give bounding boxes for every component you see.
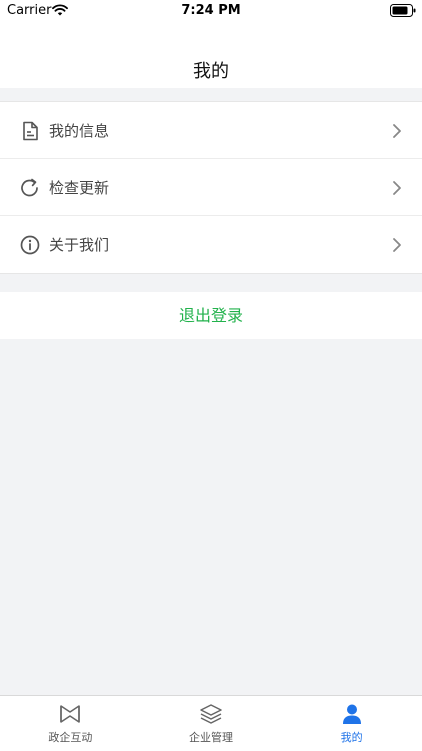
menu-item-label: 检查更新: [49, 179, 110, 197]
tab-label: 企业管理: [189, 731, 233, 744]
menu-item-check-update[interactable]: 检查更新: [0, 159, 422, 216]
chevron-right-icon: [393, 124, 401, 138]
tab-label: 我的: [340, 731, 363, 744]
clock: 7:24 PM: [181, 3, 241, 18]
layers-icon: [200, 704, 222, 724]
page-title: 我的: [193, 61, 229, 82]
navigation-bar: 我的: [0, 22, 422, 88]
status-bar: Carrier 7:24 PM: [0, 0, 422, 22]
tab-enterprise-management[interactable]: 企业管理: [141, 696, 282, 751]
chevron-right-icon: [393, 181, 401, 195]
menu-item-label: 我的信息: [49, 122, 110, 140]
refresh-icon: [21, 178, 38, 197]
battery-icon: [390, 4, 416, 17]
tab-label: 政企互动: [48, 731, 93, 744]
user-icon: [342, 704, 361, 724]
tab-bar: 政企互动 企业管理 我的: [0, 695, 422, 751]
tab-mine[interactable]: 我的: [281, 696, 422, 751]
document-icon: [23, 121, 38, 141]
settings-menu: 我的信息 检查更新 关于我们: [0, 101, 422, 274]
menu-item-label: 关于我们: [49, 236, 110, 254]
chevron-right-icon: [393, 238, 401, 252]
menu-item-about-us[interactable]: 关于我们: [0, 216, 422, 273]
info-icon: [20, 235, 40, 255]
bowtie-icon: [60, 705, 81, 723]
menu-item-my-info[interactable]: 我的信息: [0, 102, 422, 159]
tab-government-interaction[interactable]: 政企互动: [0, 696, 141, 751]
logout-button[interactable]: 退出登录: [0, 292, 422, 339]
